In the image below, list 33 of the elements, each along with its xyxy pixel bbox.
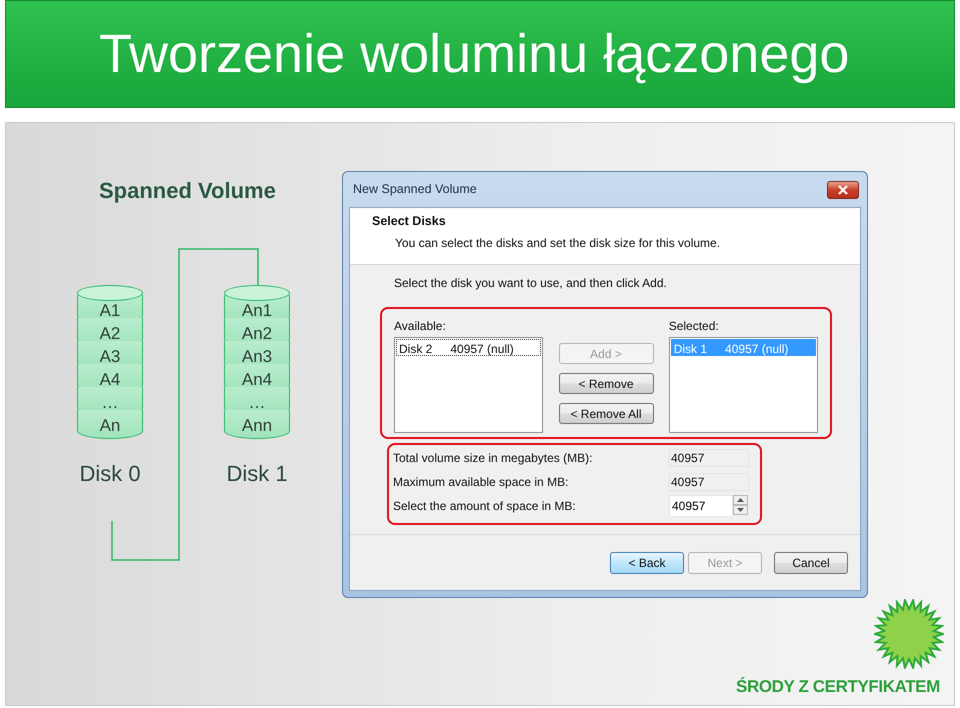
disk-segment: An xyxy=(77,410,143,439)
list-label: Available: xyxy=(394,318,447,335)
number-input[interactable]: 40957 xyxy=(669,495,733,517)
transfer-button[interactable]: < Remove xyxy=(558,373,654,394)
spin-up-button[interactable] xyxy=(733,495,748,505)
list-item[interactable]: Disk 2 40957 (null) xyxy=(396,339,542,356)
disk-label: Disk 0 xyxy=(79,460,141,488)
readonly-field: 40957 xyxy=(669,473,749,491)
disk-segment: Ann xyxy=(224,410,290,439)
page-heading: Select Disks xyxy=(372,213,447,230)
field-label: Maximum available space in MB: xyxy=(393,474,570,491)
transfer-button[interactable]: < Remove All xyxy=(558,403,654,424)
starburst-icon xyxy=(874,599,944,669)
diagram-title: Spanned Volume xyxy=(99,178,276,204)
close-icon xyxy=(837,184,849,194)
disk-top xyxy=(77,285,143,301)
list-label: Selected: xyxy=(668,318,720,335)
dialog-button[interactable]: < Back xyxy=(610,552,684,574)
spin-down-button[interactable] xyxy=(733,505,748,515)
slide-title: Tworzenie woluminu łączonego xyxy=(99,22,850,86)
down-arrow-icon xyxy=(737,508,744,512)
up-arrow-icon xyxy=(737,498,744,502)
window-title: New Spanned Volume xyxy=(352,181,477,198)
dialog-button[interactable]: Cancel xyxy=(774,552,848,574)
brand-logo-text: ŚRODY Z CERTYFIKATEM xyxy=(736,676,940,698)
field-label: Total volume size in megabytes (MB): xyxy=(393,450,594,467)
disk-top xyxy=(224,285,290,301)
instruction-text: Select the disk you want to use, and then click Add. xyxy=(394,276,667,290)
page-description: You can select the disks and set the disk size for this volume. xyxy=(394,234,722,252)
field-label: Select the amount of space in MB: xyxy=(393,498,577,515)
close-button[interactable] xyxy=(827,180,859,198)
disk-label: Disk 1 xyxy=(226,460,288,488)
readonly-field: 40957 xyxy=(669,449,749,467)
